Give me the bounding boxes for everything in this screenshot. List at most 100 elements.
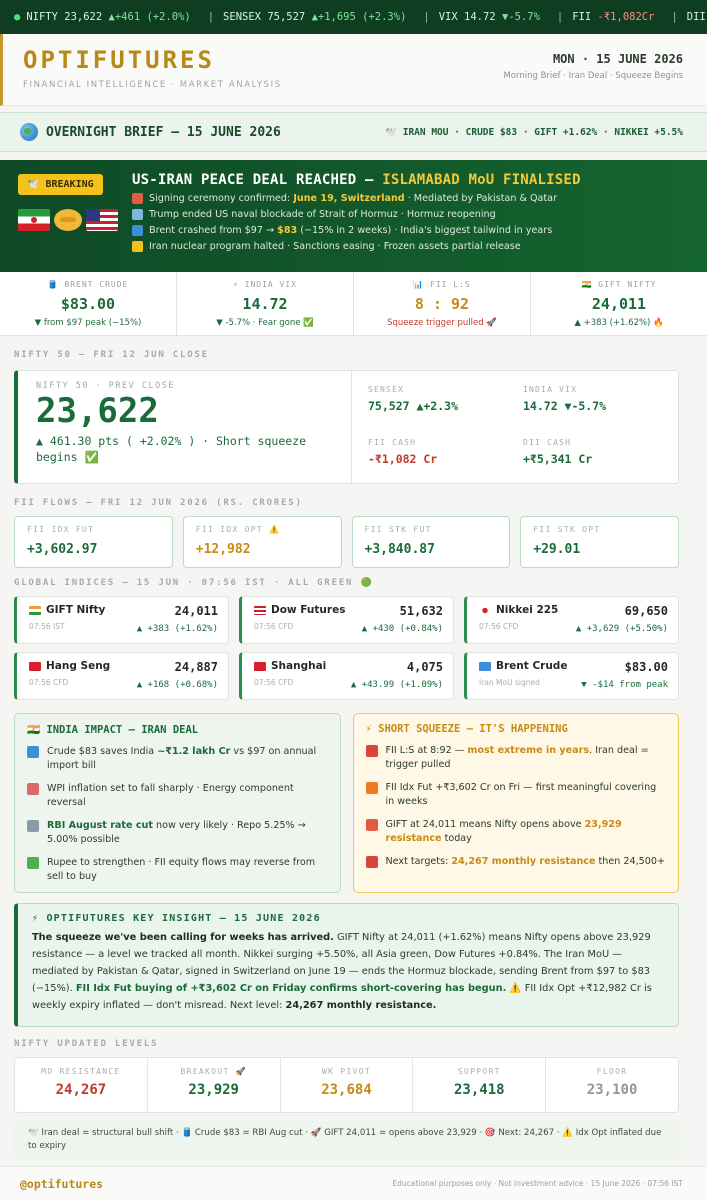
target-icon [365, 856, 378, 868]
nifty-close-change: ▲ 461.30 pts ( +2.02% ) · Short squeeze … [36, 434, 307, 464]
level-label: FLOOR [596, 1067, 628, 1076]
level-value: 23,100 [586, 1082, 638, 1098]
index-change: ▲ +168 (+0.68%) [136, 680, 218, 690]
ticker-change: ▼-5.7% [501, 11, 540, 23]
impact-item-text: Next targets: 24,267 monthly resistance … [385, 856, 666, 867]
level-value: 24,267 [55, 1082, 107, 1098]
impact-item-text: WPI inflation set to fall sharply · Ener… [47, 783, 294, 808]
alarm-icon [365, 745, 378, 757]
chart-down-icon [27, 783, 39, 795]
ticker-label: FII [572, 11, 598, 23]
impact-item: Next targets: 24,267 monthly resistance … [365, 855, 667, 869]
index-value: 51,632 [399, 604, 443, 618]
breaking-highlight: $83 [277, 225, 298, 236]
iran-flag-icon [18, 209, 50, 231]
impact-item-text: FII Idx Fut +₹3,602 Cr on Fri — first me… [385, 782, 657, 807]
key-insight-body: The squeeze we've been calling for weeks… [32, 932, 652, 1011]
fii-flows-row: FII IDX FUT +3,602.97 FII IDX OPT ⚠️ +12,98… [14, 516, 679, 568]
ticker-item: VIX 14.72 ▼-5.7% [439, 11, 540, 23]
calendar-icon [365, 819, 378, 831]
ticker-separator: | [556, 11, 564, 23]
level-card: WK PIVOT 23,684 [281, 1058, 414, 1112]
fii-value: +3,602.97 [27, 542, 98, 557]
index-value: 24,011 [174, 604, 218, 618]
breaking-line-text: Brent crashed from $97 → $83 (−15% in 2 … [149, 225, 553, 236]
breaking-line: Iran nuclear program halted · Sanctions … [132, 241, 689, 252]
impact-item: WPI inflation set to fall sharply · Ener… [27, 782, 328, 810]
india-impact-panel: 🇮🇳 INDIA IMPACT — IRAN DEAL Crude $83 sa… [14, 713, 341, 893]
level-value: 23,684 [321, 1082, 372, 1098]
level-label: BREAKOUT 🚀 [180, 1067, 247, 1076]
ticker-label: DII [686, 11, 706, 23]
fii-label: FII IDX FUT [27, 525, 95, 534]
summary-strip: 🕊️ Iran deal = structural bull shift · 🛢… [14, 1121, 679, 1159]
stat-value: 24,011 [591, 295, 647, 313]
index-value: 24,887 [174, 660, 218, 674]
stat-label: ⚡ INDIA VIX [233, 280, 297, 289]
ticker-label: VIX [438, 11, 465, 23]
level-label: WK PIVOT [322, 1067, 371, 1076]
us-flag-icon [254, 605, 266, 615]
index-card: Nikkei 225 07:56 CFD 69,650 ▲ +3,629 (+5.50… [464, 596, 679, 644]
close-metric: FII CASH -₹1,082 Cr [368, 438, 523, 483]
ticker-item: FII -₹1,082Cr [572, 11, 654, 23]
nifty-close-label: NIFTY 50 · PREV CLOSE [36, 381, 175, 391]
index-name-text: Dow Futures [271, 604, 346, 616]
impact-item: GIFT at 24,011 means Nifty opens above 2… [365, 818, 667, 846]
impact-item: Rupee to strengthen · FII equity flows m… [27, 856, 328, 884]
nifty-levels-row: MO RESISTANCE 24,267 BREAKOUT 🚀 23,929 WK PI… [14, 1057, 679, 1113]
ticker-change: ▲+461 (+2.0%) [108, 11, 191, 23]
close-metric-value: +₹5,341 Cr [523, 452, 593, 466]
breaking-line: Signing ceremony confirmed: June 19, Swi… [132, 193, 689, 204]
impact-item-text: Rupee to strengthen · FII equity flows m… [47, 857, 316, 882]
fii-card: FII IDX FUT +3,602.97 [14, 516, 173, 568]
breaking-badge: 🕊️ BREAKING [18, 174, 103, 195]
header: OPTIFUTURES FINANCIAL INTELLIGENCE · MAR… [0, 34, 707, 106]
stat-sub: ▲ +383 (+1.62%) 🔥 [574, 318, 664, 328]
ticker-separator: | [423, 11, 430, 23]
ticker-value: 14.72 [464, 11, 502, 23]
fii-label: FII STK OPT [533, 525, 601, 534]
index-value: 4,075 [406, 660, 443, 674]
impact-item: Crude $83 saves India ~₹1.2 lakh Cr vs $… [27, 745, 328, 773]
impact-item-text: GIFT at 24,011 means Nifty opens above 2… [385, 819, 622, 844]
level-value: 23,929 [188, 1082, 239, 1098]
radiation-icon [132, 241, 143, 252]
stat-card: 🛢️ BRENT CRUDE $83.00 ▼ from $97 peak (−15… [0, 272, 177, 335]
stat-label: 📊 FII L:S [413, 280, 471, 289]
stat-card: 📊 FII L:S 8 : 92 Squeeze trigger pulled 🚀 [354, 272, 531, 335]
index-name-text: GIFT Nifty [46, 604, 106, 616]
index-change: ▲ +3,629 (+5.50%) [575, 624, 668, 634]
impact-item: RBI August rate cut now very likely · Re… [27, 819, 328, 847]
handshake-icon [54, 209, 82, 231]
barrel-icon [132, 225, 143, 236]
impact-item-text: FII L:S at 8:92 — most extreme in years.… [385, 745, 649, 770]
stat-sub: Squeeze trigger pulled 🚀 [387, 318, 497, 328]
ticker-item: SENSEX 75,527 ▲+1,695 (+2.3%) [223, 11, 406, 23]
index-change: ▲ +383 (+1.62%) [136, 624, 218, 634]
ticker-value: -₹1,082Cr [597, 11, 655, 23]
header-note: Morning Brief · Iran Deal · Squeeze Begi… [503, 71, 683, 81]
impact-item-text: Crude $83 saves India ~₹1.2 lakh Cr vs $… [47, 746, 317, 771]
levels-section-label: NIFTY UPDATED LEVELS [14, 1039, 159, 1049]
footer: @optifutures Educational purposes only ·… [0, 1166, 707, 1200]
stat-sub: ▼ -5.7% · Fear gone ✅ [216, 318, 314, 328]
level-label: SUPPORT [457, 1067, 501, 1076]
ticker-item: DII [687, 11, 706, 23]
hk-flag-icon [29, 661, 41, 671]
footer-handle[interactable]: @optifutures [20, 1177, 103, 1191]
ticker-label: NIFTY [26, 11, 65, 23]
index-card: Shanghai 07:56 CFD 4,075 ▲ +43.99 (+1.09%) [239, 652, 454, 700]
breaking-line-text: Iran nuclear program halted · Sanctions … [149, 241, 521, 252]
close-metric-value: 75,527 ▲+2.3% [368, 399, 459, 413]
global-indices-grid: GIFT Nifty 07:56 IST 24,011 ▲ +383 (+1.62%)… [14, 596, 679, 700]
index-change: ▲ +43.99 (+1.09%) [350, 680, 443, 690]
impact-highlight: RBI August rate cut [47, 820, 153, 831]
brief-title: OVERNIGHT BRIEF — 15 JUNE 2026 [46, 124, 281, 140]
fii-label: FII IDX OPT ⚠️ [195, 525, 281, 534]
index-name-text: Brent Crude [496, 660, 568, 672]
fii-card: FII STK FUT +3,840.87 [351, 516, 511, 568]
index-name-text: Nikkei 225 [496, 604, 559, 616]
ticker-label: SENSEX [223, 11, 268, 23]
ticker-separator: | [671, 11, 678, 23]
